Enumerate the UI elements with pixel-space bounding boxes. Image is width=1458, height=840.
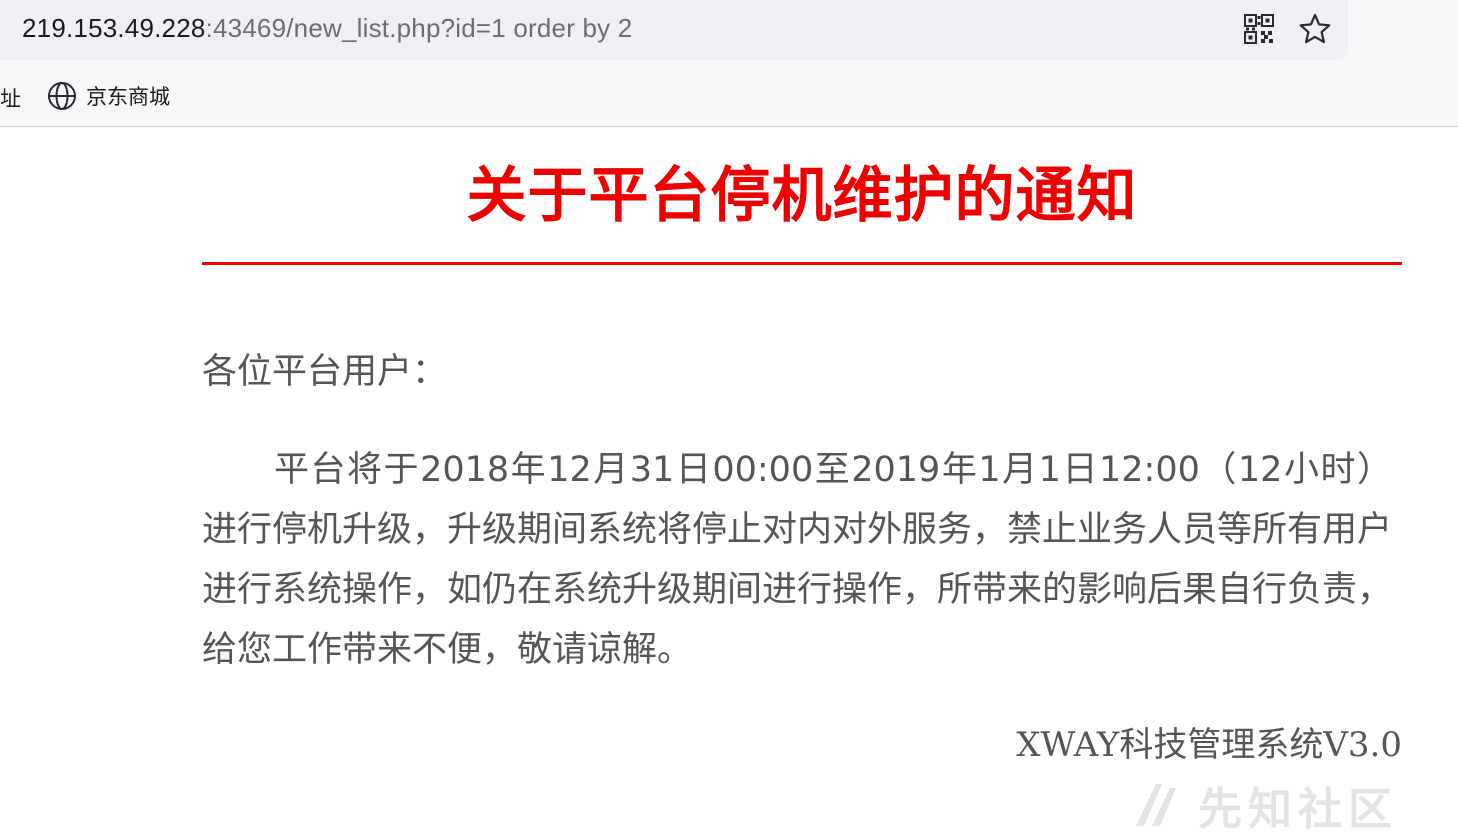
url-text[interactable]: 219.153.49.228:43469/new_list.php?id=1 o…	[22, 13, 632, 44]
notice-body: 平台将于2018年12月31日00:00至2019年1月1日12:00（12小时…	[202, 450, 1393, 670]
notice-signature: XWAY科技管理系统V3.0	[1016, 725, 1402, 765]
address-bar[interactable]: 219.153.49.228:43469/new_list.php?id=1 o…	[0, 0, 1348, 60]
qr-code-icon[interactable]	[1244, 14, 1274, 44]
watermark-text: 先知社区	[1198, 784, 1398, 835]
notice-title: 关于平台停机维护的通知	[466, 161, 1138, 231]
bookmarks-bar: 址 京东商城	[0, 60, 1458, 126]
notice-greeting: 各位平台用户：	[202, 352, 448, 392]
url-host: 219.153.49.228	[22, 13, 206, 43]
bookmark-label: 京东商城	[86, 85, 170, 109]
bookmark-fragment-label[interactable]: 址	[0, 83, 21, 113]
watermark-logo-icon	[1136, 784, 1176, 826]
star-icon[interactable]	[1298, 12, 1332, 46]
title-divider	[202, 262, 1402, 265]
watermark: 先知社区	[1130, 770, 1458, 840]
bookmark-jd-mall[interactable]: 京东商城	[46, 78, 170, 114]
url-path: :43469/new_list.php?id=1 order by 2	[205, 13, 633, 43]
globe-icon	[48, 82, 76, 110]
browser-chrome: 219.153.49.228:43469/new_list.php?id=1 o…	[0, 0, 1458, 127]
